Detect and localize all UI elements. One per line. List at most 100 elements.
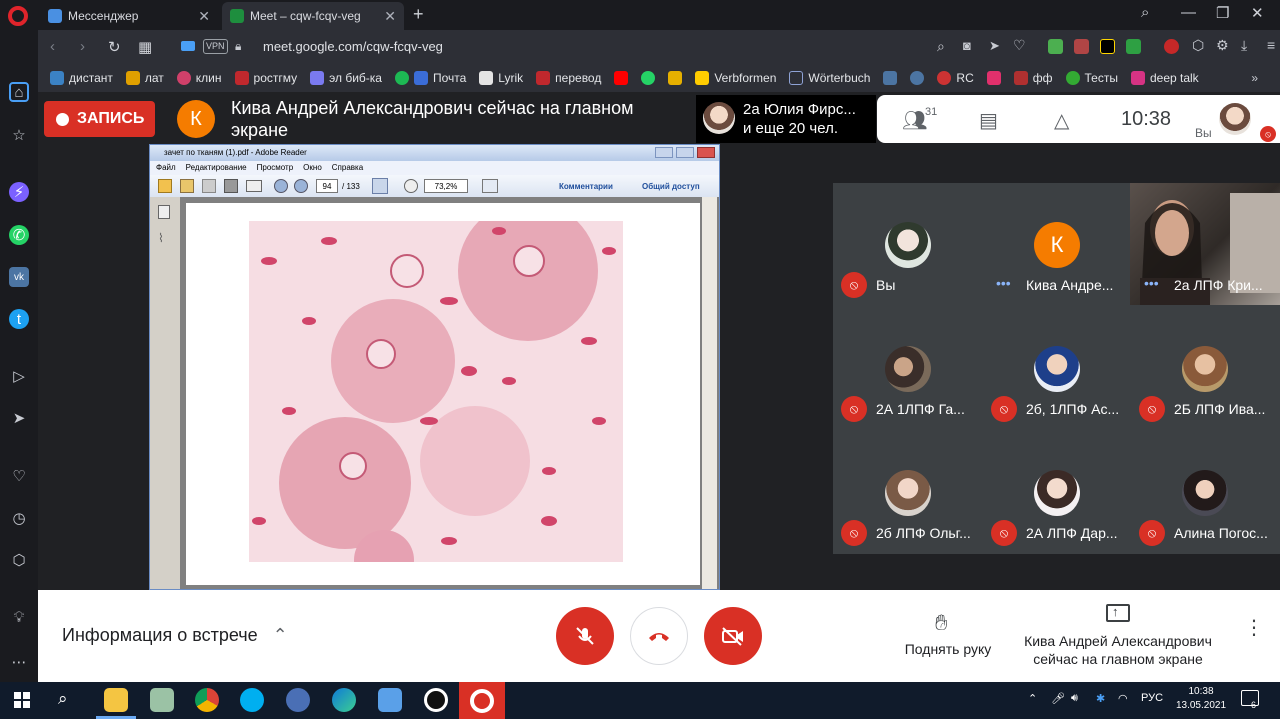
tab-messenger[interactable]: Мессенджер ✕ [40,2,218,30]
input-language[interactable]: РУС [1141,692,1163,704]
downloads-icon[interactable]: ⤓ [1241,37,1247,54]
bookmark-rostgmu[interactable]: ростгму [234,71,297,85]
people-icon[interactable]: 👥︎ [902,108,927,133]
forward-icon[interactable]: › [80,38,85,55]
leave-call-button[interactable] [630,607,688,665]
bookmark-mail[interactable]: Почта [394,71,466,85]
bookmark-el-lib[interactable]: эл биб-ка [310,71,382,85]
download-ext-icon[interactable] [1048,39,1063,54]
activities-icon[interactable]: △ [1054,108,1069,133]
bookmark-vk-2[interactable] [910,71,925,85]
save-icon[interactable] [202,179,216,193]
microphone-tray-icon[interactable]: 🎤︎ [1051,692,1065,705]
bookmark-vk-1[interactable] [883,71,898,85]
chat-icon[interactable]: ▤ [979,108,998,133]
more-icon[interactable]: ⋯ [9,652,29,672]
camera-indicator-icon[interactable] [181,41,195,51]
cube-icon[interactable]: ⬡ [9,550,29,570]
search-tabs-icon[interactable]: ⌕ [1141,4,1149,21]
record-ext-icon[interactable] [1164,39,1179,54]
pdf-menu-file[interactable]: Файл [156,161,176,175]
close-icon[interactable]: ✕ [384,8,396,25]
attachments-icon[interactable]: ⌇ [158,231,164,245]
bookmark-whatsapp[interactable] [641,71,656,85]
vpn-badge[interactable]: VPN [203,39,228,54]
presenting-label[interactable]: Кива Андрей Александрович сейчас на глав… [1018,632,1218,668]
send-icon[interactable]: ➤ [9,408,29,428]
bookmark-deep-talk[interactable]: deep talk [1130,71,1199,85]
close-window-icon[interactable]: ✕ [1251,4,1264,22]
network-app-icon[interactable] [378,688,402,712]
page-number-input[interactable]: 94 [316,179,338,193]
vk-icon[interactable]: vk [9,267,29,287]
pdf-maximize-icon[interactable] [676,147,694,158]
print-icon[interactable] [224,179,238,193]
close-icon[interactable]: ✕ [198,8,210,25]
prev-page-icon[interactable] [274,179,288,193]
minimize-icon[interactable]: — [1181,4,1196,21]
snapshot-icon[interactable]: ◙ [963,38,971,53]
select-tool-icon[interactable] [372,178,388,194]
pdf-minimize-icon[interactable] [655,147,673,158]
globe-icon[interactable] [286,688,310,712]
bookmark-youtube[interactable] [614,71,629,85]
comments-button[interactable]: Комментарии [559,182,613,191]
edge-icon[interactable] [332,688,356,712]
bookmark-verbformen[interactable]: Verbformen [695,71,776,85]
system-clock[interactable]: 10:38 13.05.2021 [1175,685,1227,713]
pdf-menu-view[interactable]: Просмотр [257,161,294,175]
mic-toggle-button[interactable] [556,607,614,665]
fit-page-icon[interactable] [482,179,498,193]
wb-ext-icon[interactable] [1100,39,1115,54]
whatsapp-icon[interactable]: ✆ [9,225,29,245]
share-button[interactable]: Общий доступ [642,182,700,191]
bookmark-tests[interactable]: Тесты [1065,71,1118,85]
bookmark-klin[interactable]: клин [176,71,222,85]
restore-icon[interactable]: ❐ [1216,4,1229,22]
pdf-menu-edit[interactable]: Редактирование [186,161,247,175]
send-icon[interactable]: ➤ [989,38,1000,54]
meeting-info-button[interactable]: Информация о встрече ⌃ [62,625,288,646]
more-options-icon[interactable]: ⋮ [1244,618,1264,638]
bookmark-lyrik[interactable]: Lyrik [479,71,523,85]
notifications-icon[interactable] [1241,690,1259,706]
reload-icon[interactable]: ↻ [108,38,121,56]
bulb-icon[interactable]: 💡︎ [9,607,29,627]
menu-icon[interactable]: ≡ [1267,37,1275,53]
shared-pdf-window[interactable]: зачет по тканям (1).pdf - Adobe Reader Ф… [149,144,720,590]
open-icon[interactable] [180,179,194,193]
bookmark-translate[interactable]: перевод [536,71,601,85]
history-icon[interactable]: ◷ [9,508,29,528]
zoom-out-icon[interactable] [404,179,418,193]
windows-start-icon[interactable] [14,692,30,708]
heart-icon[interactable]: ♡ [9,466,29,486]
search-icon[interactable]: ⌕ [58,689,68,709]
chrome-icon[interactable] [195,688,219,712]
easy-setup-icon[interactable]: ⚙ [1216,37,1229,54]
tab-meet[interactable]: Meet – cqw-fcqv-veg ✕ [222,2,404,30]
next-page-icon[interactable] [294,179,308,193]
lock-icon[interactable]: 🔒︎ [235,39,241,54]
lens-search-icon[interactable]: ⌕ [937,38,945,55]
bookmark-ff[interactable]: фф [1013,71,1053,85]
back-icon[interactable]: ‹ [50,38,55,55]
raise-hand-icon[interactable]: ✋︎ [935,610,948,636]
pages-panel-icon[interactable] [158,205,170,219]
bluetooth-icon[interactable]: ✱ [1096,692,1105,705]
paint-icon[interactable] [150,688,174,712]
extensions-icon[interactable]: ⬡ [1192,37,1204,54]
pdf-menu-window[interactable]: Окно [303,161,322,175]
check-ext-icon[interactable] [1126,39,1141,54]
wifi-icon[interactable]: ◠ [1118,692,1128,705]
pdf-menu-help[interactable]: Справка [332,161,363,175]
speed-dial-icon[interactable]: ▦ [138,38,152,56]
bookmark-woerterbuch[interactable]: Wörterbuch [789,71,870,85]
bookmark-rc[interactable]: RC [937,71,974,85]
email-icon[interactable] [246,180,262,192]
file-explorer-icon[interactable] [104,688,128,712]
tray-chevron-icon[interactable]: ⌃ [1028,692,1037,705]
star-icon[interactable]: ☆ [9,125,29,145]
opera-logo-icon[interactable] [8,6,28,26]
skype-icon[interactable] [240,688,264,712]
pdf-scrollbar[interactable] [702,197,717,589]
